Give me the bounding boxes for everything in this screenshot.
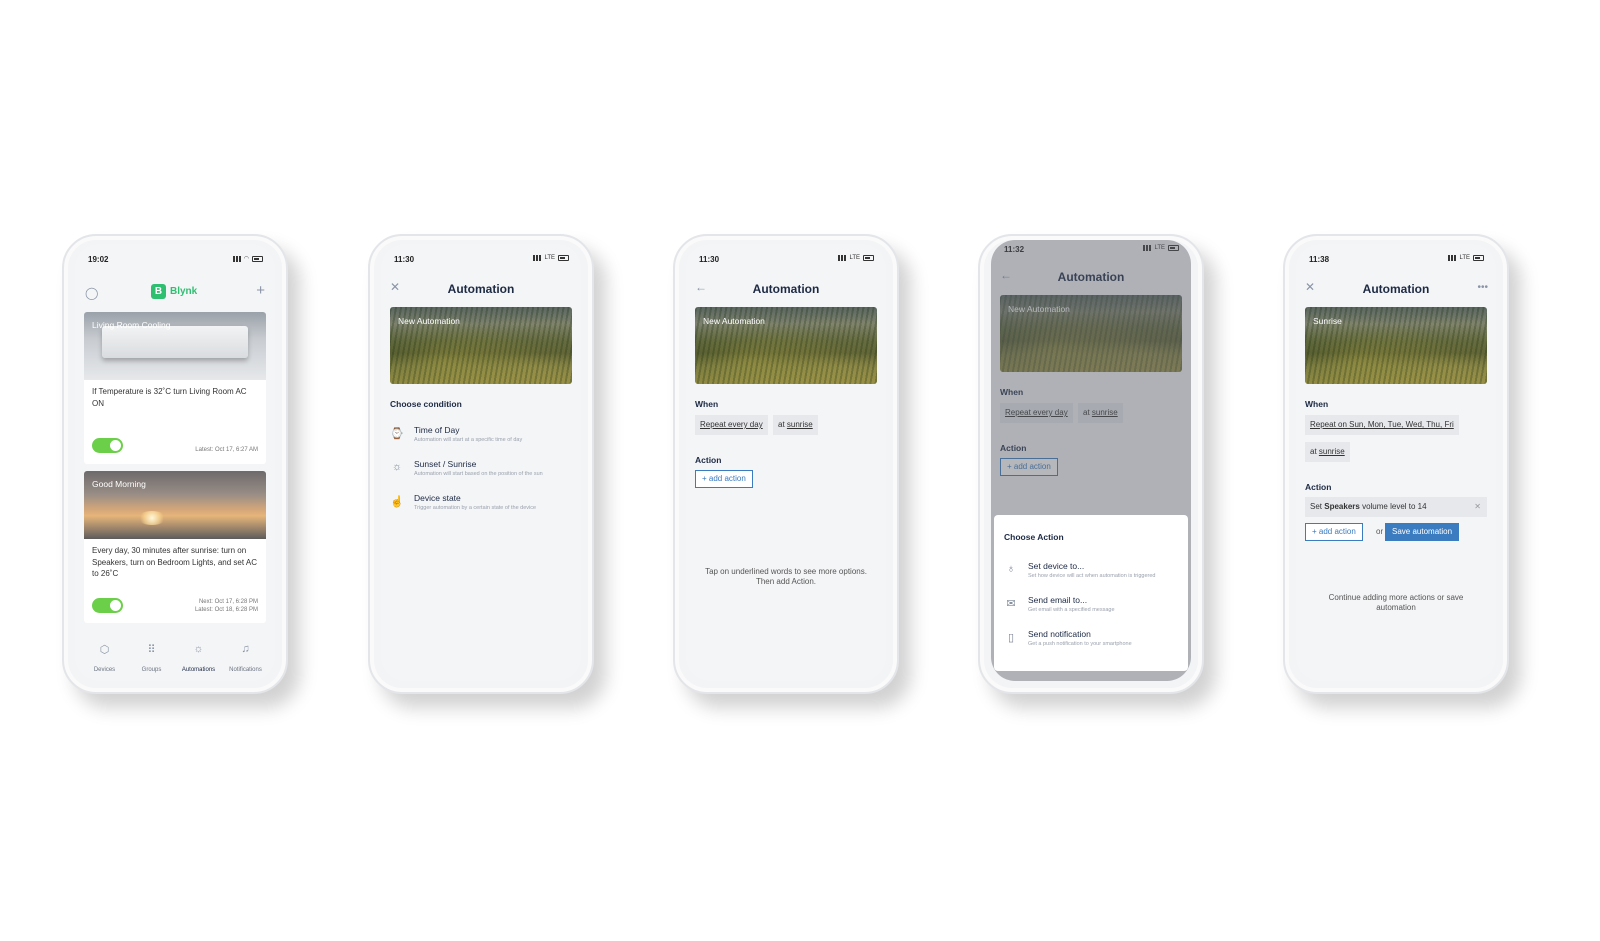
touch-icon: ☝ (390, 496, 404, 508)
repeat-chip[interactable]: Repeat every day (695, 415, 768, 435)
automation-screen: 11:32 LTE ← Automation New Automation Wh… (991, 240, 1191, 681)
add-icon[interactable]: + (256, 282, 265, 299)
card-latest: Latest: Oct 17, 6:27 AM (195, 447, 258, 453)
section-title: Choose condition (390, 399, 462, 409)
grid-icon: ⠿ (147, 644, 156, 656)
tab-groups[interactable]: ⠿ Groups (128, 631, 175, 681)
signal-icon (533, 255, 542, 261)
phone-when-action: 11:30 LTE ← Automation New Automation Wh… (673, 234, 899, 694)
time-chip[interactable]: at sunrise (773, 415, 818, 435)
signal-icon (1448, 255, 1457, 261)
condition-option[interactable]: ☼ Sunset / Sunrise Automation will start… (390, 459, 575, 489)
card-title: Living Room Cooling (92, 320, 171, 330)
when-label: When (695, 399, 719, 409)
automation-banner[interactable]: New Automation (695, 307, 877, 384)
status-bar: 11:38 LTE (1296, 254, 1496, 266)
smartphone-icon: ▯ (1007, 632, 1015, 644)
time-chip[interactable]: at sunrise (1305, 442, 1350, 462)
card-description: If Temperature is 32˚C turn Living Room … (92, 387, 247, 408)
card-latest: Latest: Oct 18, 6:28 PM (194, 607, 258, 613)
tab-automations[interactable]: ☼ Automations (175, 631, 222, 681)
battery-icon (252, 255, 263, 262)
banner-label: New Automation (703, 316, 765, 326)
phone-home: 19:02 ◠ ◯ B Blynk + Living Room Cooling I… (62, 234, 288, 694)
sun-icon: ☼ (193, 643, 204, 655)
automation-banner[interactable]: Sunrise (1305, 307, 1487, 384)
tab-devices[interactable]: ⬡ Devices (81, 631, 128, 681)
automation-screen: 11:38 LTE ✕ Automation ••• Sunrise When … (1296, 244, 1496, 681)
choose-action-sheet: Choose Action ♁ Set device to... Set how… (994, 515, 1188, 671)
status-bar: 11:30 LTE (381, 254, 581, 266)
bottom-tab-bar: ⬡ Devices ⠿ Groups ☼ Automations ♫ Notificat… (75, 631, 275, 681)
signal-icon (838, 255, 847, 261)
action-item[interactable]: Set Speakers volume level to 14 ✕ (1305, 497, 1487, 517)
page-title: Automation (447, 282, 515, 296)
battery-icon (558, 255, 569, 261)
tab-notifications[interactable]: ♫ Notifications (222, 631, 269, 681)
status-time: 11:38 (1309, 255, 1330, 264)
status-bar: 19:02 ◠ (75, 254, 275, 266)
or-text: or (1376, 527, 1384, 536)
remove-action-icon[interactable]: ✕ (1474, 497, 1481, 517)
action-label: Action (1305, 482, 1332, 492)
automation-card[interactable]: Good Morning Every day, 30 minutes after… (84, 471, 266, 623)
automation-screen: 11:30 LTE ← Automation New Automation Wh… (686, 244, 886, 681)
sheet-title: Choose Action (1004, 532, 1064, 542)
hint-text: Tap on underlined words to see more opti… (705, 567, 867, 586)
automation-screen: 11:30 LTE ✕ Automation New Automation Ch… (381, 244, 581, 681)
automation-toggle[interactable] (92, 438, 123, 453)
save-automation-button[interactable]: Save automation (1385, 523, 1460, 541)
signal-icon (232, 255, 241, 262)
network-label: LTE (544, 255, 555, 261)
battery-icon (1473, 255, 1484, 261)
phone-save-automation: 11:38 LTE ✕ Automation ••• Sunrise When … (1283, 234, 1509, 694)
status-bar: 11:30 LTE (686, 254, 886, 266)
mail-icon: ✉ (1006, 598, 1016, 610)
banner-label: Sunrise (1313, 316, 1342, 326)
condition-option[interactable]: ☝ Device state Trigger automation by a c… (390, 493, 575, 523)
action-option[interactable]: ▯ Send notification Get a push notificat… (1004, 629, 1182, 659)
status-time: 11:30 (394, 255, 415, 264)
automation-card[interactable]: Living Room Cooling If Temperature is 32… (84, 312, 266, 464)
when-label: When (1305, 399, 1329, 409)
automation-toggle[interactable] (92, 598, 123, 613)
hint-text: Continue adding more actions or save aut… (1328, 593, 1464, 612)
card-description: Every day, 30 minutes after sunrise: tur… (92, 546, 257, 578)
phone-choose-condition: 11:30 LTE ✕ Automation New Automation Ch… (368, 234, 594, 694)
battery-icon (863, 255, 874, 261)
card-next: Next: Oct 17, 6:28 PM (198, 599, 258, 605)
home-screen: 19:02 ◠ ◯ B Blynk + Living Room Cooling I… (75, 244, 275, 681)
network-label: LTE (1459, 255, 1470, 261)
condition-option[interactable]: ⌚ Time of Day Automation will start at a… (390, 425, 575, 455)
bulb-icon: ♁ (1006, 563, 1016, 575)
page-title: Automation (1362, 282, 1430, 296)
blynk-logo-icon: B (151, 284, 166, 299)
phone-choose-action: 11:32 LTE ← Automation New Automation Wh… (978, 234, 1204, 694)
page-title: Automation (752, 282, 820, 296)
add-action-button[interactable]: + add action (695, 470, 753, 488)
wifi-icon: ◠ (243, 256, 249, 262)
cube-icon: ⬡ (99, 644, 110, 656)
more-icon[interactable]: ••• (1477, 282, 1488, 293)
add-action-button[interactable]: + add action (1305, 523, 1363, 541)
brand-logo: B Blynk (151, 284, 197, 299)
action-option[interactable]: ♁ Set device to... Set how device will a… (1004, 561, 1182, 591)
card-title: Good Morning (92, 479, 146, 489)
profile-icon[interactable]: ◯ (85, 286, 98, 300)
network-label: LTE (849, 255, 860, 261)
sun-icon: ☼ (391, 461, 403, 473)
status-time: 19:02 (88, 255, 109, 264)
automation-banner[interactable]: New Automation (390, 307, 572, 384)
repeat-chip[interactable]: Repeat on Sun, Mon, Tue, Wed, Thu, Fri (1305, 415, 1459, 435)
status-time: 11:30 (699, 255, 720, 264)
watch-icon: ⌚ (390, 428, 404, 440)
action-label: Action (695, 455, 722, 465)
bell-icon: ♫ (241, 643, 250, 655)
action-option[interactable]: ✉ Send email to... Get email with a spec… (1004, 595, 1182, 625)
banner-label: New Automation (398, 316, 460, 326)
